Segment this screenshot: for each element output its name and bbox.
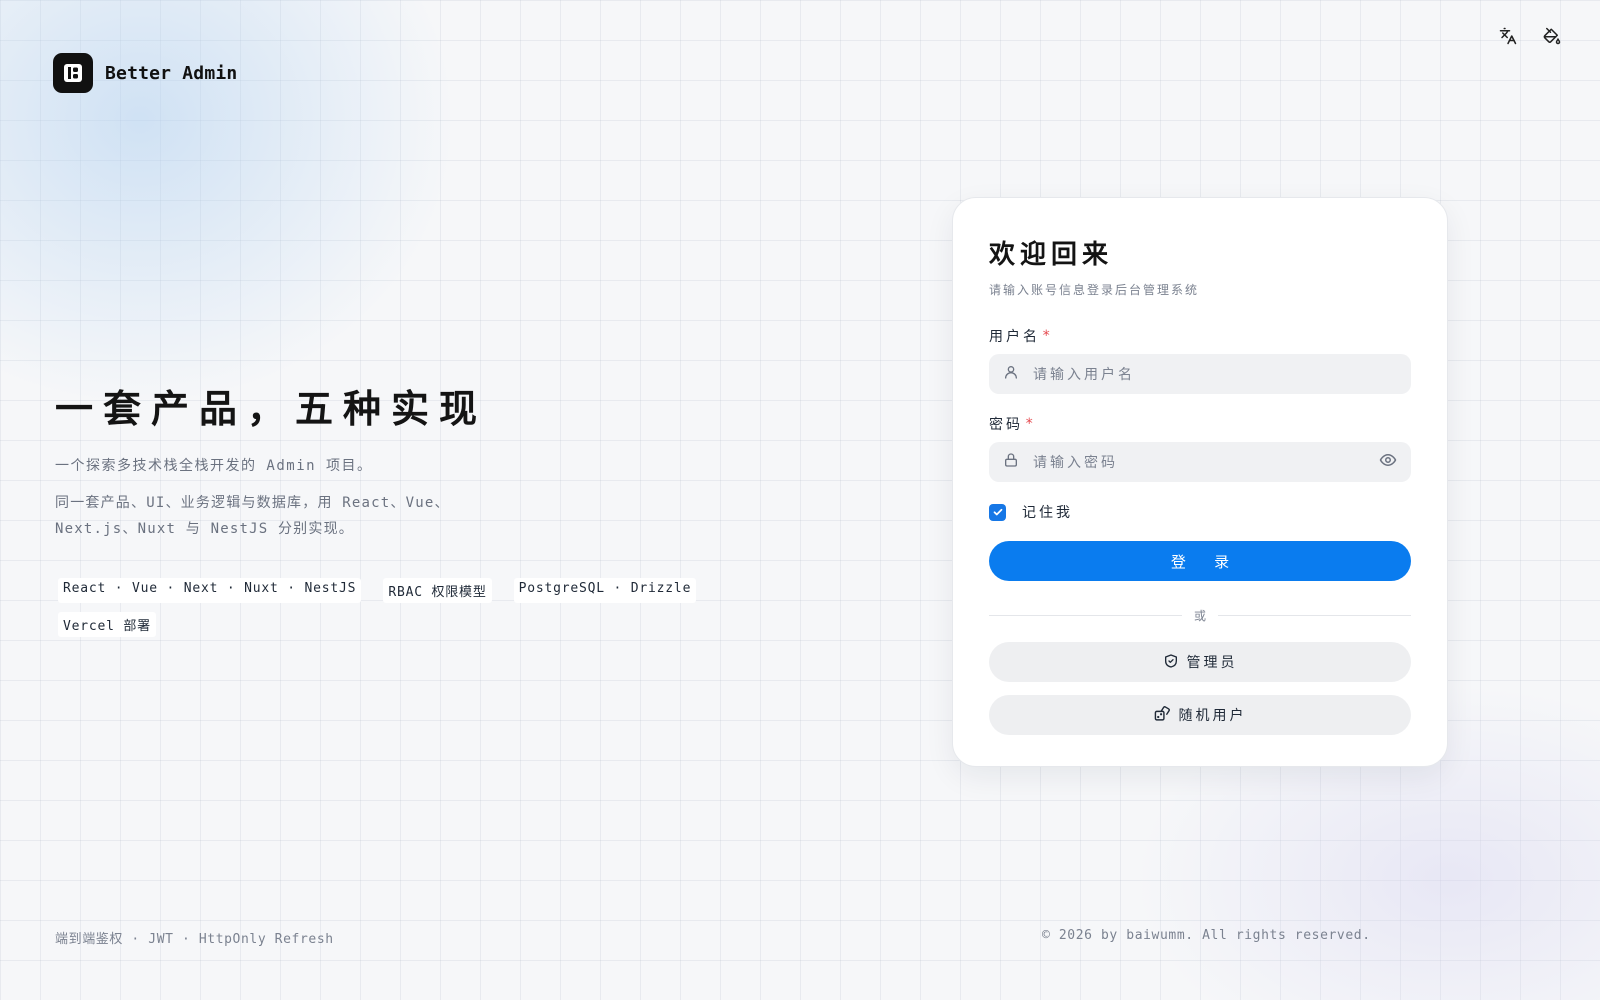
login-button[interactable]: 登 录 — [989, 541, 1411, 581]
password-placeholder: 请输入密码 — [1033, 455, 1118, 471]
required-mark: * — [1042, 328, 1054, 344]
shield-check-icon — [1163, 653, 1179, 672]
admin-login-button[interactable]: 管理员 — [989, 642, 1411, 682]
required-mark: * — [1025, 416, 1037, 432]
check-icon — [993, 508, 1002, 516]
footer-copyright: © 2026 by baiwumm. All rights reserved. — [1042, 928, 1371, 943]
divider-line — [1218, 615, 1412, 616]
password-label: 密码 * — [989, 414, 1411, 434]
brand[interactable]: Better Admin — [53, 53, 237, 93]
hero-subtitle: 一个探索多技术栈全栈开发的 Admin 项目。 — [55, 458, 373, 474]
tech-tag: React · Vue · Next · Nuxt · NestJS — [58, 578, 362, 603]
translate-icon[interactable] — [1496, 24, 1520, 48]
logo-icon — [53, 53, 93, 93]
remember-label: 记住我 — [1022, 505, 1073, 521]
tech-tag: PostgreSQL · Drizzle — [513, 578, 697, 603]
or-divider: 或 — [989, 607, 1412, 624]
login-subtitle: 请输入账号信息登录后台管理系统 — [989, 283, 1200, 297]
password-label-text: 密码 — [989, 417, 1023, 433]
dice-icon — [1154, 705, 1171, 725]
username-input[interactable]: 请输入用户名 — [989, 354, 1411, 394]
divider-text: 或 — [1194, 609, 1207, 623]
eye-icon[interactable] — [1379, 451, 1397, 473]
hero-title: 一套产品，五种实现 — [55, 387, 488, 431]
password-input[interactable]: 请输入密码 — [989, 442, 1411, 482]
random-user-button-label: 随机用户 — [1178, 707, 1247, 723]
username-placeholder: 请输入用户名 — [1033, 367, 1135, 383]
top-toolbar — [1496, 24, 1564, 48]
username-label-text: 用户名 — [989, 329, 1040, 345]
remember-checkbox[interactable] — [989, 503, 1006, 521]
tech-tags: React · Vue · Next · Nuxt · NestJS RBAC … — [58, 578, 698, 637]
hero-description: 同一套产品、UI、业务逻辑与数据库，用 React、Vue、Next.js、Nu… — [55, 495, 450, 537]
user-icon — [1003, 364, 1019, 384]
login-card: 欢迎回来 请输入账号信息登录后台管理系统 用户名 * 请输入用户名 密码 * 请… — [952, 197, 1448, 767]
lock-icon — [1003, 452, 1019, 472]
tech-tag: Vercel 部署 — [58, 612, 156, 637]
username-label: 用户名 * — [989, 326, 1411, 346]
divider-line — [989, 615, 1182, 616]
paint-bucket-icon[interactable] — [1540, 24, 1564, 48]
login-title: 欢迎回来 — [989, 240, 1114, 270]
hero-section: 一套产品，五种实现 一个探索多技术栈全栈开发的 Admin 项目。 同一套产品、… — [55, 384, 698, 637]
remember-me[interactable]: 记住我 — [989, 502, 1411, 522]
admin-button-label: 管理员 — [1186, 654, 1238, 670]
brand-name: Better Admin — [105, 62, 238, 84]
tech-tag: RBAC 权限模型 — [383, 578, 492, 603]
footer-features: 端到端鉴权 · JWT · HttpOnly Refresh — [55, 932, 334, 947]
random-user-button[interactable]: 随机用户 — [989, 695, 1411, 735]
